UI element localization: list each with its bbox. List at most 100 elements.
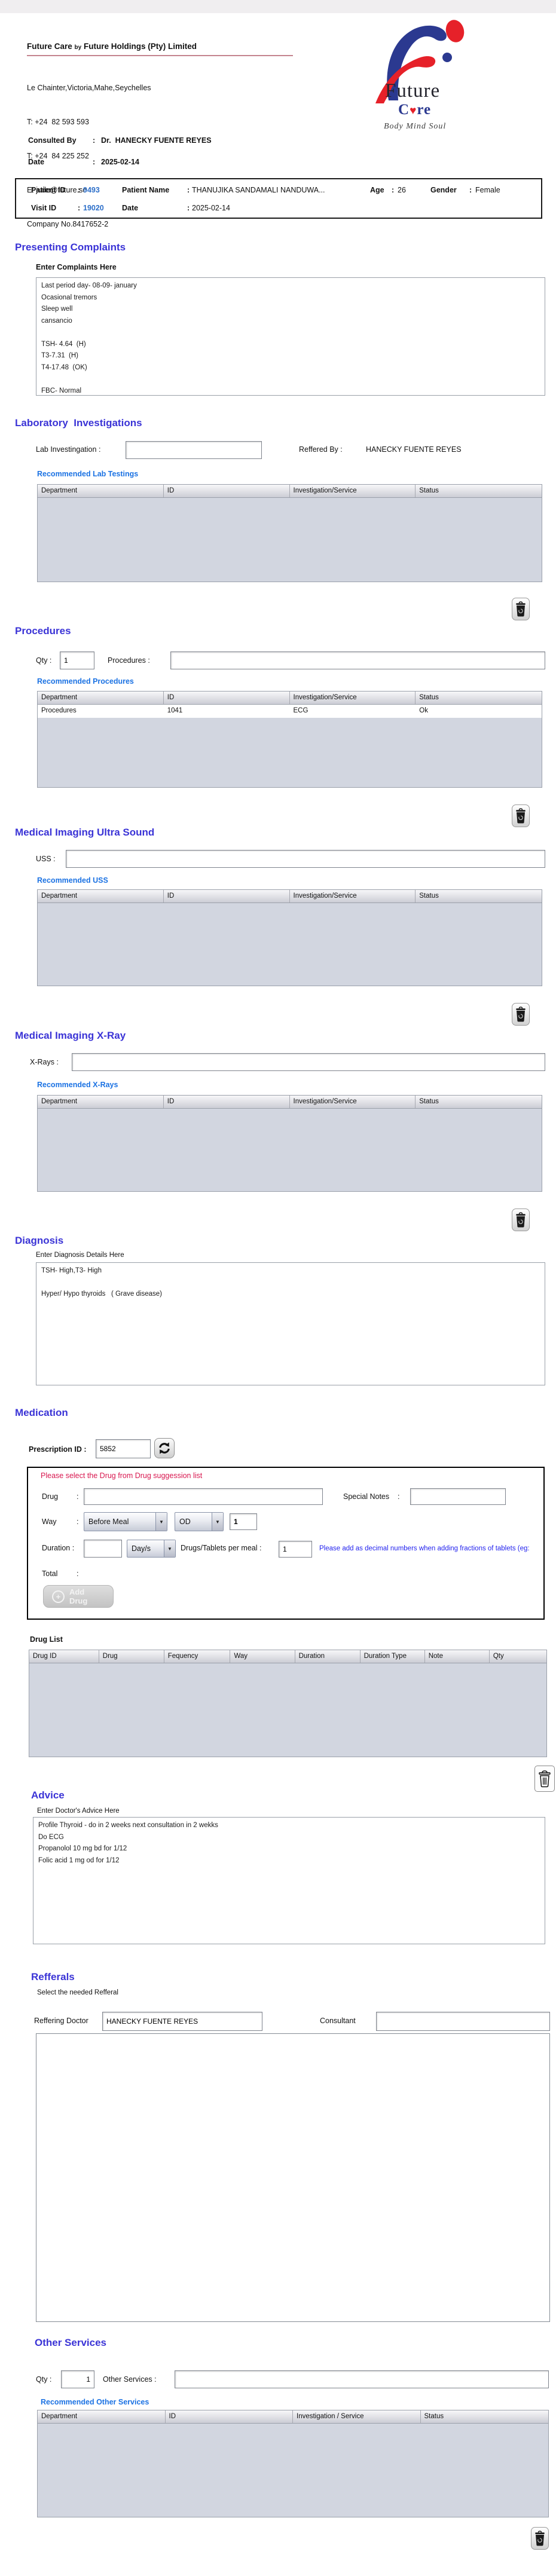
diagnosis-label: Enter Diagnosis Details Here <box>36 1252 124 1259</box>
trash-icon <box>516 1212 526 1228</box>
window-top-strip <box>0 0 556 13</box>
special-notes-input[interactable] <box>410 1488 506 1505</box>
visit-date-label: Date <box>122 204 139 212</box>
visit-id-value: 19020 <box>83 204 104 212</box>
prescription-id-input[interactable] <box>96 1439 151 1458</box>
other-services-label: Other Services : <box>103 2375 157 2384</box>
complaints-textarea[interactable]: Last period day- 08-09- january Ocasiona… <box>36 277 545 396</box>
column-header: Investigation/Service <box>290 692 416 704</box>
column-header: Duration <box>295 1650 361 1663</box>
trash-icon <box>535 2531 545 2546</box>
drug-input[interactable] <box>84 1488 323 1505</box>
advice-textarea[interactable]: Profile Thyroid - do in 2 weeks next con… <box>33 1817 545 1944</box>
age-value: 26 <box>398 186 406 194</box>
letterhead: Future Care by Future Holdings (Pty) Lim… <box>0 13 556 228</box>
consulted-by-value: Dr. HANECKY FUENTE REYES <box>101 136 212 145</box>
drug-colon: : <box>77 1492 79 1501</box>
recommended-lab-testings-link[interactable]: Recommended Lab Testings <box>37 470 138 478</box>
add-drug-button[interactable]: + Add Drug <box>43 1585 114 1608</box>
future-care-logo: Future C♥re Body Mind Soul <box>358 17 489 142</box>
recommended-xray-link[interactable]: Recommended X-Rays <box>37 1081 118 1089</box>
delete-advice-button[interactable] <box>534 1766 555 1792</box>
uss-input[interactable] <box>66 850 545 868</box>
column-header: ID <box>164 1096 290 1108</box>
total-colon: : <box>77 1570 79 1578</box>
trash-icon <box>516 1006 526 1022</box>
patient-id-label: Patient ID <box>31 186 66 194</box>
patient-name-label: Patient Name <box>122 186 170 194</box>
meal-timing-value: Before Meal <box>88 1518 129 1526</box>
uss-table-header: Department ID Investigation/Service Stat… <box>38 890 542 903</box>
visit-date-value: 2025-02-14 <box>192 204 230 212</box>
column-header: Status <box>419 892 439 900</box>
referring-doctor-input[interactable] <box>102 2012 262 2031</box>
frequency-dropdown[interactable]: OD ▼ <box>175 1512 224 1531</box>
section-title-presenting-complaints: Presenting Complaints <box>15 241 126 253</box>
other-qty-input[interactable] <box>61 2370 94 2388</box>
age-colon: : <box>392 186 395 194</box>
duration-input[interactable] <box>84 1540 122 1558</box>
procedures-input[interactable] <box>170 651 545 669</box>
trash-icon <box>516 601 526 617</box>
column-header: Investigation / Service <box>293 2410 421 2423</box>
procedures-table: Department ID Investigation/Service Stat… <box>37 691 542 788</box>
cell-id: 1041 <box>167 707 183 714</box>
delete-uss-button[interactable] <box>512 1003 530 1026</box>
table-row[interactable]: Procedures 1041 ECG Ok <box>38 705 542 718</box>
consultant-input[interactable] <box>376 2012 550 2031</box>
age-label: Age <box>370 186 384 194</box>
drug-warning-text: Please select the Drug from Drug suggess… <box>41 1471 203 1480</box>
logo-care-pre: C <box>398 102 410 118</box>
lab-investigation-input[interactable] <box>126 441 262 459</box>
per-meal-input[interactable] <box>279 1541 312 1558</box>
chevron-down-icon: ▼ <box>212 1513 223 1531</box>
column-header: Department <box>38 890 164 902</box>
procedures-qty-input[interactable] <box>60 651 94 669</box>
procedures-qty-label: Qty : <box>36 656 52 665</box>
delete-xray-button[interactable] <box>512 1209 530 1231</box>
other-services-input[interactable] <box>175 2370 549 2388</box>
meal-timing-dropdown[interactable]: Before Meal ▼ <box>84 1512 167 1531</box>
way-qty-input[interactable] <box>230 1513 257 1530</box>
consultant-label: Consultant <box>320 2017 356 2025</box>
recommended-other-services-link[interactable]: Recommended Other Services <box>41 2398 149 2406</box>
refresh-prescription-button[interactable] <box>154 1438 175 1458</box>
letterhead-divider <box>27 55 293 56</box>
delete-other-services-button[interactable] <box>531 2527 549 2550</box>
column-header: Fequency <box>164 1650 231 1663</box>
logo-tagline: Body Mind Soul <box>384 122 447 131</box>
gender-value: Female <box>475 186 500 194</box>
column-header: Way <box>230 1650 295 1663</box>
xray-input[interactable] <box>72 1053 545 1071</box>
drug-list-label: Drug List <box>30 1635 63 1644</box>
diagnosis-textarea[interactable]: TSH- High,T3- High Hyper/ Hypo thyroids … <box>36 1262 545 1385</box>
visit-id-colon: : <box>78 204 81 212</box>
delete-lab-button[interactable] <box>512 598 530 620</box>
logo-care-post: re <box>417 102 432 118</box>
consultation-page: Future Care by Future Holdings (Pty) Lim… <box>0 0 556 2576</box>
company-name: Future Care by Future Holdings (Pty) Lim… <box>27 42 197 51</box>
trash-icon <box>516 808 526 824</box>
delete-procedures-button[interactable] <box>512 804 530 827</box>
per-meal-label: Drugs/Tablets per meal : <box>181 1544 262 1552</box>
column-header: ID <box>164 890 290 902</box>
frequency-value: OD <box>179 1518 191 1526</box>
trash-outline-icon <box>539 1770 551 1788</box>
column-header: Status <box>419 487 439 494</box>
recommended-uss-link[interactable]: Recommended USS <box>37 876 108 885</box>
section-title-diagnosis: Diagnosis <box>15 1235 64 1246</box>
cell-department: Procedures <box>41 707 77 714</box>
uss-label: USS : <box>36 855 56 863</box>
referrals-listbox[interactable] <box>36 2033 550 2322</box>
duration-label: Duration : <box>42 1544 75 1552</box>
column-header: Department <box>38 2410 166 2423</box>
drug-label: Drug <box>42 1492 59 1501</box>
recommended-procedures-link[interactable]: Recommended Procedures <box>37 677 134 686</box>
add-icon: + <box>52 1590 65 1603</box>
column-header: Investigation/Service <box>290 1096 416 1108</box>
duration-type-dropdown[interactable]: Day/s ▼ <box>127 1540 176 1558</box>
logo-word-future: Future <box>385 80 441 102</box>
lab-referred-by-value: HANECKY FUENTE REYES <box>366 445 462 454</box>
cell-status: Ok <box>419 707 428 714</box>
lab-investigation-label: Lab Investingation : <box>36 445 101 454</box>
